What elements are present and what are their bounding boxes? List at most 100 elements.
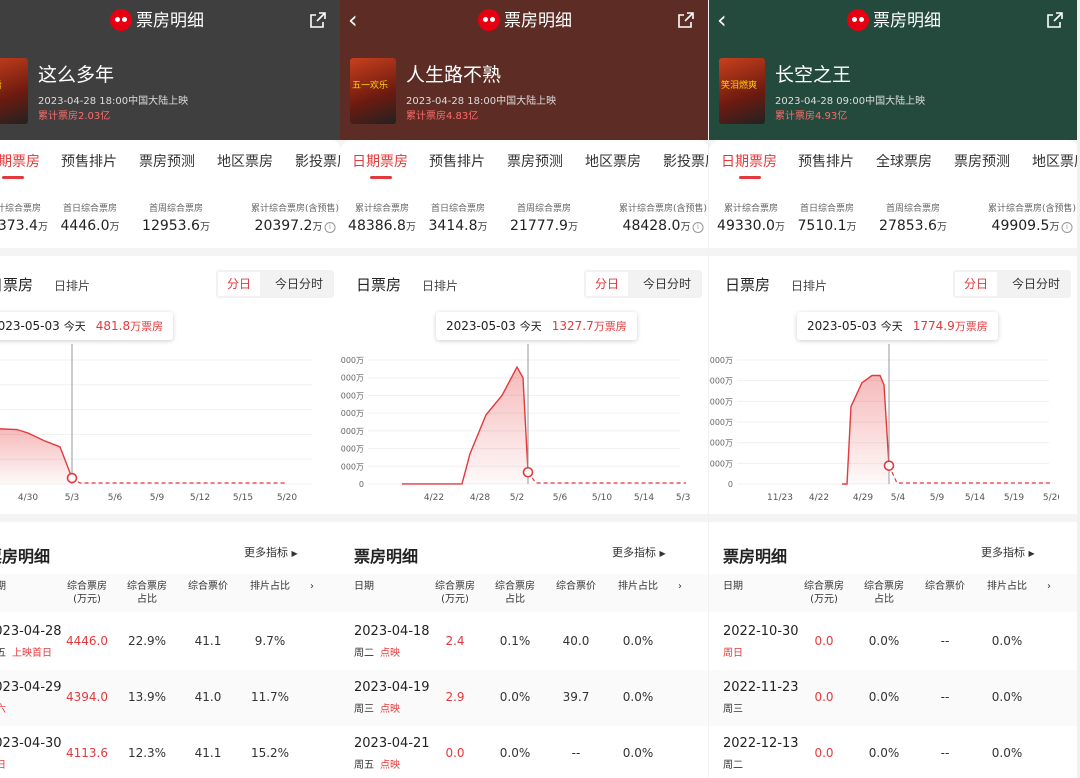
chart-title[interactable]: 日票房: [725, 274, 770, 295]
cell-price: --: [940, 634, 950, 648]
total-box-office: 累计票房4.93亿: [775, 111, 848, 122]
toggle-daily[interactable]: 分日: [955, 272, 997, 296]
y-tick-label: 2000万: [709, 459, 733, 468]
y-tick-label: 6000万: [709, 418, 733, 427]
tab-4[interactable]: 影投票房: [663, 151, 708, 171]
cell-share: 0.1%: [499, 634, 531, 648]
column-header[interactable]: 综合票房 (万元): [423, 580, 487, 606]
toggle-hourly[interactable]: 今日分时: [634, 272, 700, 296]
column-header[interactable]: 综合票房 占比: [483, 580, 547, 606]
table-row[interactable]: 2023-04-28 周五上映首日 4446.0 22.9% 41.1 9.7%: [0, 614, 342, 670]
chart-title[interactable]: 日票房: [356, 274, 401, 295]
movie-poster[interactable]: 五一欢乐: [350, 58, 396, 124]
movie-title: 人生路不熟: [406, 64, 502, 86]
toggle-daily[interactable]: 分日: [218, 272, 260, 296]
more-metrics-link[interactable]: 更多指标 ▶: [612, 544, 666, 560]
info-icon[interactable]: i: [1061, 222, 1073, 233]
table-row[interactable]: 2023-04-19 周三 点映 2.9 0.0% 39.7 0.0%: [340, 670, 708, 726]
column-header[interactable]: 日期: [0, 580, 46, 593]
chart-tooltip: 2023-05-03今天481.8万票房: [0, 312, 174, 340]
table-row[interactable]: 2023-04-30 周日 4113.6 12.3% 41.1 15.2%: [0, 726, 342, 778]
daily-box-office-chart[interactable]: 0 2000万 4000万 6000万 8000万 10000万 12000万 11/23 4/…: [709, 344, 1059, 504]
column-header[interactable]: 日期: [354, 580, 414, 593]
column-header[interactable]: 综合票价: [913, 580, 977, 593]
share-icon[interactable]: [308, 10, 328, 30]
toggle-hourly[interactable]: 今日分时: [1003, 272, 1069, 296]
table-row[interactable]: 2022-11-23 周三 0.0 0.0% -- 0.0%: [709, 670, 1077, 726]
x-tick-label: 11/23: [767, 493, 793, 503]
table-row[interactable]: 2023-04-21 周五 点映 0.0 0.0% -- 0.0%: [340, 726, 708, 778]
stat-value: 48428.0万 i: [623, 218, 704, 234]
cell-box: 0.0: [445, 746, 465, 760]
column-header[interactable]: 综合票价: [176, 580, 240, 593]
share-icon[interactable]: [676, 10, 696, 30]
total-box-office: 累计票房2.03亿: [38, 111, 111, 122]
column-header[interactable]: 排片占比: [238, 580, 302, 593]
stat-value: 21777.9万: [510, 218, 578, 234]
tab-3[interactable]: 票房预测: [954, 151, 1010, 171]
x-tick-label: 5/6: [553, 493, 568, 503]
cell-share: 22.9%: [127, 634, 167, 648]
tab-1[interactable]: 预售排片: [429, 151, 485, 171]
toggle-daily[interactable]: 分日: [586, 272, 628, 296]
release-date: 2023-04-28 18:00中国大陆上映: [406, 96, 557, 107]
stat-label: 累计综合票房(含预售): [618, 204, 708, 214]
table-row[interactable]: 2022-12-13 周二 0.0 0.0% -- 0.0%: [709, 726, 1077, 778]
share-icon[interactable]: [1045, 10, 1065, 30]
chart-title[interactable]: 日票房: [0, 274, 33, 295]
column-header[interactable]: 综合票价: [544, 580, 608, 593]
column-header[interactable]: 综合票房 (万元): [55, 580, 119, 606]
tab-1[interactable]: 预售排片: [61, 151, 117, 171]
movie-title: 这么多年: [38, 64, 115, 86]
tab-2[interactable]: 票房预测: [139, 151, 195, 171]
cell-price: 41.1: [194, 634, 222, 648]
table-row[interactable]: 2023-04-29 周六 4394.0 13.9% 41.0 11.7%: [0, 670, 342, 726]
x-tick-label: 4/30: [18, 493, 38, 503]
tab-4[interactable]: 地区票房: [1032, 151, 1077, 171]
tab-0[interactable]: 日期票房: [0, 151, 40, 171]
tab-3[interactable]: 地区票房: [217, 151, 273, 171]
row-date: 2022-10-30: [723, 624, 799, 639]
info-icon[interactable]: i: [324, 222, 336, 233]
daily-box-office-chart[interactable]: 0 2000万 4000万 6000万 8000万 10000万 12000万 14000万 4…: [340, 344, 690, 504]
table-row[interactable]: 2022-10-30 周日 0.0 0.0% -- 0.0%: [709, 614, 1077, 670]
panel-1: ‹ 票房明细 五一欢乐 人生路不熟 2023-04-28 18:00中国大陆上映 累计票房…: [340, 0, 708, 778]
table-header: 日期综合票房 (万元)综合票房 占比综合票价排片占比 ›: [709, 574, 1077, 612]
y-tick-label: 8000万: [340, 409, 364, 418]
tab-2[interactable]: 全球票房: [876, 151, 932, 171]
more-metrics-link[interactable]: 更多指标 ▶: [981, 544, 1035, 560]
cell-price: --: [940, 690, 950, 704]
column-header[interactable]: 综合票房 (万元): [792, 580, 856, 606]
daily-box-office-chart[interactable]: 02000万4000万6000万8000万10000万4/305/35/65/9…: [0, 344, 322, 504]
movie-poster[interactable]: 笑泪燃爽: [719, 58, 765, 124]
chart-tooltip: 2023-05-03 今天 1327.7万票房: [436, 312, 637, 340]
tab-0[interactable]: 日期票房: [721, 151, 777, 171]
toggle-hourly[interactable]: 今日分时: [266, 272, 332, 296]
data-point-marker: [522, 466, 534, 478]
row-note: 点映: [380, 760, 400, 771]
tab-1[interactable]: 预售排片: [798, 151, 854, 171]
release-date: 2023-04-28 18:00中国大陆上映: [38, 96, 189, 107]
info-icon[interactable]: i: [692, 222, 704, 233]
movie-poster[interactable]: 必看: [0, 58, 28, 124]
table-title: 票房明细: [354, 547, 419, 566]
more-metrics-link[interactable]: 更多指标 ▶: [244, 544, 298, 560]
stat-value: 3414.8万: [428, 218, 488, 234]
column-header[interactable]: 综合票房 占比: [852, 580, 916, 606]
panel-0: 票房明细必看这么多年2023-04-28 18:00中国大陆上映累计票房2.03…: [0, 0, 368, 778]
chart-subtab[interactable]: 日排片: [422, 277, 458, 294]
y-tick-label: 8000万: [709, 397, 733, 406]
table-row[interactable]: 2023-04-18 周二 点映 2.4 0.1% 40.0 0.0%: [340, 614, 708, 670]
movie-header: ‹ 票房明细 五一欢乐 人生路不熟 2023-04-28 18:00中国大陆上映 累计票房…: [340, 0, 708, 140]
chart-subtab[interactable]: 日排片: [791, 277, 827, 294]
column-header[interactable]: 日期: [723, 580, 783, 593]
tab-2[interactable]: 票房预测: [507, 151, 563, 171]
x-tick-label: 5/26: [1043, 493, 1059, 503]
tab-0[interactable]: 日期票房: [352, 151, 408, 171]
column-header[interactable]: 排片占比: [975, 580, 1039, 593]
column-header[interactable]: 综合票房 占比: [115, 580, 179, 606]
x-tick-label: 5/6: [108, 493, 123, 503]
chart-subtab[interactable]: 日排片: [54, 277, 90, 294]
column-header[interactable]: 排片占比: [606, 580, 670, 593]
tab-3[interactable]: 地区票房: [585, 151, 641, 171]
